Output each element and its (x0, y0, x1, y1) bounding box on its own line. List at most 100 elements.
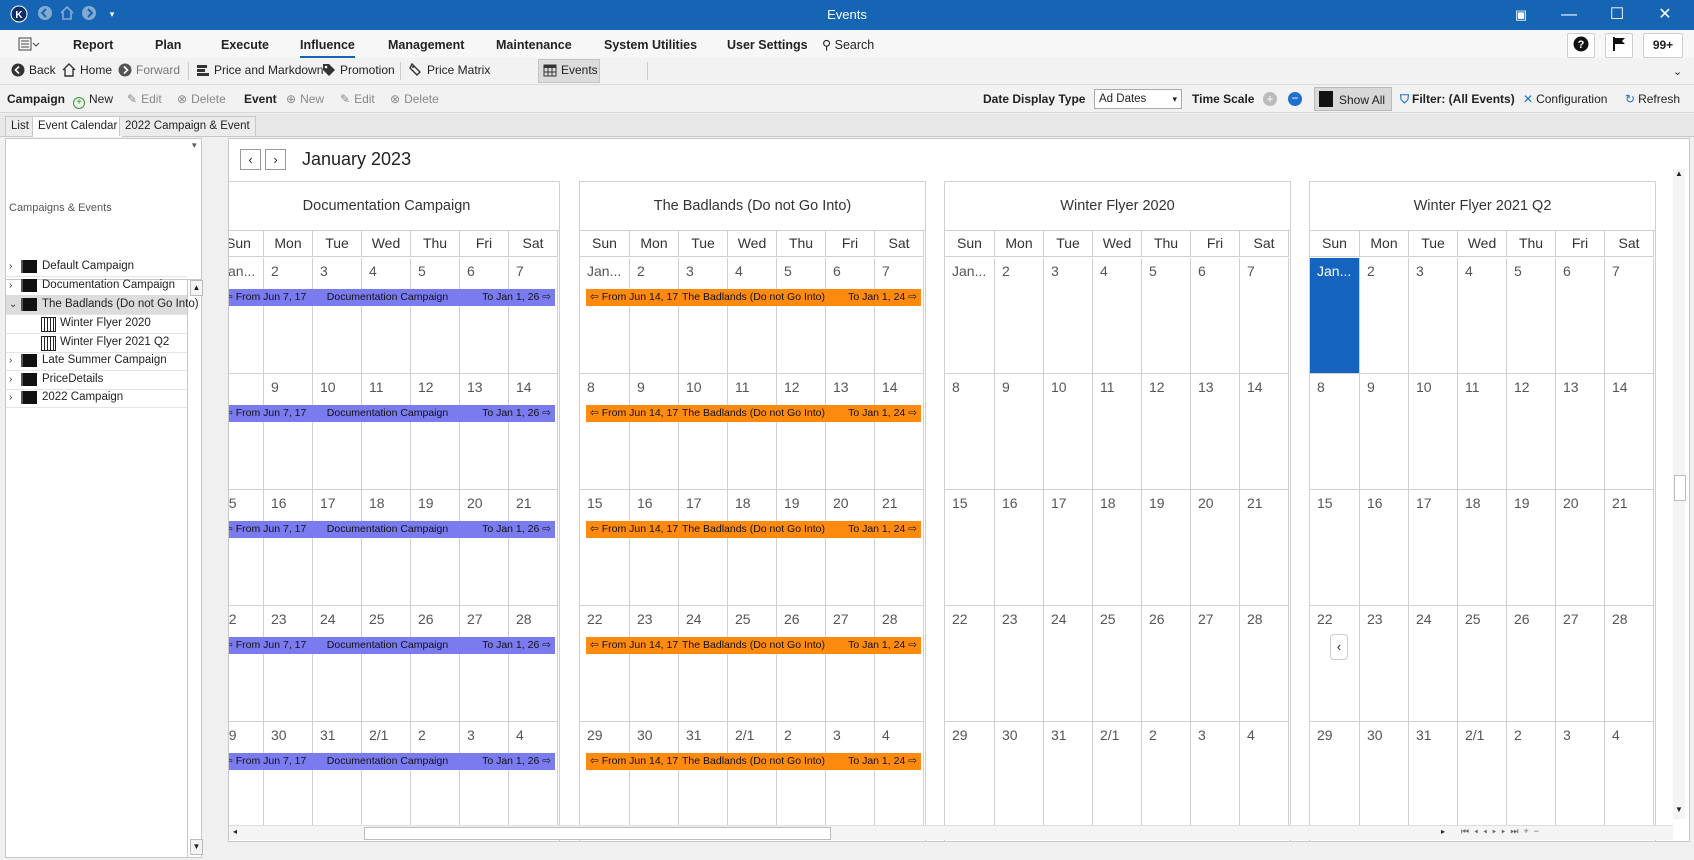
menu-maintenance[interactable]: Maintenance (496, 38, 572, 52)
refresh-button[interactable]: ↻ Refresh (1625, 92, 1680, 106)
day-cell[interactable]: 9 (630, 374, 679, 490)
chevron-right-icon[interactable]: › (9, 370, 19, 389)
day-cell[interactable]: 3 (1556, 722, 1605, 838)
day-cell[interactable]: 21 (875, 490, 924, 606)
day-cell[interactable]: 14 (1240, 374, 1289, 490)
day-cell[interactable]: 26 (1507, 606, 1556, 722)
day-cell[interactable]: 9 (995, 374, 1044, 490)
show-all-button[interactable]: Show All (1314, 87, 1392, 111)
day-cell[interactable]: 4 (362, 258, 411, 374)
horizontal-scroll-thumb[interactable] (364, 827, 831, 840)
day-cell[interactable]: 11 (362, 374, 411, 490)
day-cell[interactable]: 11 (728, 374, 777, 490)
day-cell[interactable]: 14 (1605, 374, 1654, 490)
zoom-out-icon[interactable]: − (1288, 92, 1302, 106)
scroll-down-icon[interactable]: ▼ (1673, 805, 1685, 817)
ribbon-collapse-icon[interactable]: ⌄ (1673, 65, 1682, 78)
day-cell[interactable]: 5 (1142, 258, 1191, 374)
event-edit-button[interactable]: ✎ Edit (340, 92, 375, 106)
day-cell[interactable]: 29 (1310, 722, 1360, 838)
day-cell[interactable]: 21 (1605, 490, 1654, 606)
home-button[interactable]: Home (62, 63, 112, 77)
tab-2022-campaign-event[interactable]: 2022 Campaign & Event (119, 116, 256, 136)
day-cell[interactable]: 28 (1240, 606, 1289, 722)
day-cell[interactable]: 10 (679, 374, 728, 490)
day-cell[interactable]: 4 (875, 722, 924, 838)
day-cell[interactable]: 6 (1556, 258, 1605, 374)
day-cell[interactable]: 3 (1191, 722, 1240, 838)
previous-month-button[interactable]: ‹ (240, 149, 261, 170)
day-cell[interactable]: 3 (1409, 258, 1458, 374)
close-button[interactable]: ✕ (1642, 0, 1688, 30)
day-cell[interactable]: 7 (1605, 258, 1654, 374)
campaign-edit-button[interactable]: ✎ Edit (127, 92, 162, 106)
campaign-delete-button[interactable]: ⊗ Delete (177, 92, 226, 106)
record-navigator-icons[interactable]: ⏮◂◂▸▸⏭+− (1461, 826, 1544, 837)
day-cell[interactable]: 19 (1142, 490, 1191, 606)
day-cell[interactable]: 16 (1360, 490, 1409, 606)
day-cell[interactable]: 13 (826, 374, 875, 490)
tree-item[interactable]: › PriceDetails (6, 370, 187, 390)
day-cell[interactable]: 2 (1360, 258, 1409, 374)
chevron-right-icon[interactable]: › (9, 388, 19, 407)
day-cell[interactable]: 22 (229, 606, 264, 722)
day-cell[interactable]: 12 (411, 374, 460, 490)
day-cell[interactable]: 28 (1605, 606, 1654, 722)
day-cell[interactable]: 6 (826, 258, 875, 374)
day-cell[interactable]: 26 (1142, 606, 1191, 722)
tree-item[interactable]: › Default Campaign (6, 257, 187, 277)
day-cell[interactable]: 3 (313, 258, 362, 374)
day-cell[interactable]: 23 (264, 606, 313, 722)
tree-item[interactable]: ⌄ The Badlands (Do not Go Into) (6, 295, 199, 315)
tree-item[interactable]: Winter Flyer 2020 (6, 314, 187, 334)
day-cell[interactable]: 28 (509, 606, 558, 722)
day-cell[interactable]: 2/1 (1458, 722, 1507, 838)
menu-execute[interactable]: Execute (221, 38, 269, 52)
event-new-button[interactable]: ⊕ New (286, 92, 324, 106)
event-bar[interactable]: ⇦ From Jun 7, 17 Documentation Campaign To… (229, 405, 555, 422)
day-cell[interactable]: 19 (777, 490, 826, 606)
event-bar[interactable]: ⇦ From Jun 7, 17 Documentation Campaign To… (229, 637, 555, 654)
day-cell[interactable]: 8 (580, 374, 630, 490)
day-cell[interactable]: Jan... (580, 258, 630, 374)
day-cell[interactable]: 26 (777, 606, 826, 722)
day-cell[interactable]: 30 (630, 722, 679, 838)
day-cell[interactable]: 24 (313, 606, 362, 722)
day-cell[interactable]: 11 (1093, 374, 1142, 490)
day-cell[interactable]: 7 (875, 258, 924, 374)
day-cell[interactable]: 31 (679, 722, 728, 838)
zoom-in-icon[interactable]: + (1263, 92, 1277, 106)
chevron-down-icon[interactable]: ⌄ (9, 295, 19, 314)
tab-list[interactable]: List (5, 116, 35, 136)
back-button[interactable]: Back (11, 63, 56, 77)
day-cell[interactable]: 10 (1044, 374, 1093, 490)
day-cell[interactable]: 4 (1093, 258, 1142, 374)
day-cell[interactable]: 4 (509, 722, 558, 838)
event-bar[interactable]: ⇦ From Jun 14, 17 The Badlands (Do not Go… (582, 405, 921, 422)
day-cell[interactable]: 24 (1044, 606, 1093, 722)
price-and-markdown-button[interactable]: Price and Markdown (196, 63, 323, 77)
scroll-right-icon[interactable]: ▸ (1441, 827, 1445, 836)
day-cell[interactable]: 18 (1458, 490, 1507, 606)
day-cell[interactable]: 31 (1044, 722, 1093, 838)
maximize-button[interactable]: ☐ (1594, 0, 1640, 30)
day-cell[interactable]: 16 (995, 490, 1044, 606)
day-cell[interactable]: 10 (1409, 374, 1458, 490)
day-cell[interactable]: 13 (1191, 374, 1240, 490)
day-cell[interactable]: 20 (460, 490, 509, 606)
day-cell[interactable]: 23 (1360, 606, 1409, 722)
day-cell[interactable]: 2/1 (362, 722, 411, 838)
day-cell[interactable]: 2 (411, 722, 460, 838)
day-cell[interactable]: 8 (229, 374, 264, 490)
day-cell[interactable]: 20 (1191, 490, 1240, 606)
day-cell[interactable]: 24 (1409, 606, 1458, 722)
day-cell[interactable]: 5 (777, 258, 826, 374)
chevron-right-icon[interactable]: › (9, 257, 19, 276)
day-cell[interactable]: 15 (580, 490, 630, 606)
day-cell[interactable]: 17 (313, 490, 362, 606)
day-cell[interactable]: 9 (1360, 374, 1409, 490)
scroll-left-icon[interactable]: ◂ (233, 827, 237, 836)
day-cell[interactable]: 2 (1507, 722, 1556, 838)
help-button[interactable]: ? (1567, 33, 1595, 58)
day-cell[interactable]: 12 (777, 374, 826, 490)
